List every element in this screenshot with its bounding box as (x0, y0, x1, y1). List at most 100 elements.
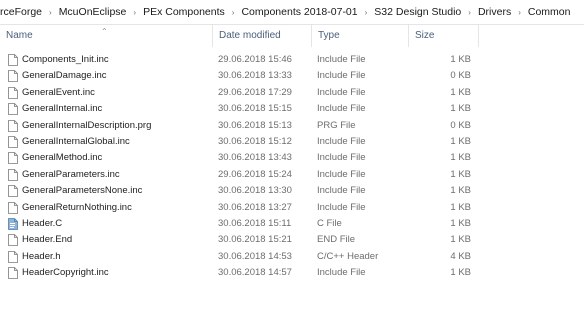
file-row[interactable]: GeneralParameters.inc 29.06.2018 15:24 Inc… (0, 167, 584, 183)
file-size: 1 KB (450, 54, 471, 65)
column-header-type[interactable]: Type (311, 25, 408, 47)
file-type: Include File (317, 103, 366, 115)
column-type-label: Type (318, 30, 340, 41)
breadcrumb-item[interactable]: Drivers (474, 6, 515, 18)
file-name: HeaderCopyright.inc (22, 267, 109, 279)
file-size: 0 KB (450, 119, 471, 131)
file-row[interactable]: GeneralInternalGlobal.inc 30.06.2018 15:1… (0, 134, 584, 150)
file-icon (8, 119, 18, 132)
file-icon (8, 185, 18, 198)
file-row[interactable]: GeneralReturnNothing.inc 30.06.2018 13:27… (0, 200, 584, 216)
file-name: GeneralInternal.inc (22, 103, 103, 115)
file-row[interactable]: Header.h 30.06.2018 14:53 C/C++ Header 4 KB (0, 249, 584, 265)
file-size: 1 KB (450, 217, 471, 229)
file-date-modified: 30.06.2018 13:27 (218, 201, 292, 213)
file-date-modified: 29.06.2018 17:29 (218, 86, 292, 98)
file-size: 1 KB (450, 267, 471, 279)
file-type: Include File (317, 152, 366, 164)
file-row[interactable]: GeneralInternalDescription.prg 30.06.2018… (0, 118, 584, 134)
file-size: 1 KB (450, 185, 471, 197)
file-row[interactable]: GeneralInternal.inc 30.06.2018 15:15 Inclu… (0, 101, 584, 117)
file-size: 1 KB (450, 168, 471, 180)
file-name: GeneralReturnNothing.inc (22, 201, 132, 213)
file-name: GeneralParametersNone.inc (22, 185, 143, 197)
file-icon (8, 54, 18, 66)
breadcrumb-separator-icon[interactable]: › (362, 8, 371, 17)
file-type: Include File (317, 86, 366, 98)
column-header-date[interactable]: Date modified (212, 25, 311, 47)
file-name: GeneralEvent.inc (22, 86, 95, 98)
file-size: 1 KB (450, 152, 471, 164)
file-type: Include File (317, 70, 366, 82)
breadcrumb-separator-icon[interactable]: › (46, 8, 55, 17)
breadcrumb-separator-icon[interactable]: › (465, 8, 474, 17)
file-row[interactable]: GeneralEvent.inc 29.06.2018 17:29 Include … (0, 85, 584, 101)
file-size: 1 KB (450, 103, 471, 115)
file-size: 1 KB (450, 201, 471, 213)
file-name: GeneralInternalDescription.prg (22, 119, 152, 131)
file-list: Components_Init.inc 29.06.2018 15:46 Inclu… (0, 52, 584, 281)
breadcrumb-separator-icon[interactable]: › (515, 8, 524, 17)
file-row[interactable]: Components_Init.inc 29.06.2018 15:46 Inclu… (0, 52, 584, 68)
column-header-row: Name ⌃ Date modified Type Size (0, 25, 584, 47)
file-row[interactable]: Header.C 30.06.2018 15:11 C File 1 KB (0, 216, 584, 232)
file-date-modified: 30.06.2018 13:33 (218, 70, 292, 82)
file-icon (8, 250, 18, 263)
breadcrumb-item[interactable]: rceForge (0, 6, 46, 18)
file-size: 1 KB (450, 234, 471, 246)
breadcrumb-item[interactable]: Components 2018-07-01 (237, 6, 361, 18)
file-date-modified: 30.06.2018 13:30 (218, 185, 292, 197)
file-row[interactable]: GeneralDamage.inc 30.06.2018 13:33 Include… (0, 68, 584, 84)
column-header-size[interactable]: Size (408, 25, 479, 47)
file-size: 0 KB (450, 70, 471, 82)
file-name: Header.h (22, 250, 61, 262)
file-name: GeneralDamage.inc (22, 70, 107, 82)
file-type: END File (317, 234, 356, 246)
file-date-modified: 29.06.2018 15:46 (218, 54, 292, 65)
breadcrumb: rceForge › McuOnEclipse › PEx Components › Com… (0, 0, 584, 25)
breadcrumb-separator-icon[interactable]: › (229, 8, 238, 17)
file-date-modified: 30.06.2018 13:43 (218, 152, 292, 164)
file-name: GeneralInternalGlobal.inc (22, 135, 130, 147)
file-date-modified: 30.06.2018 14:57 (218, 267, 292, 279)
column-size-label: Size (415, 30, 435, 41)
file-name: GeneralParameters.inc (22, 168, 120, 180)
file-name: Components_Init.inc (22, 54, 109, 65)
breadcrumb-item[interactable]: Common (524, 6, 575, 18)
file-size: 1 KB (450, 135, 471, 147)
file-type: Include File (317, 54, 366, 65)
file-row[interactable]: GeneralParametersNone.inc 30.06.2018 13:3… (0, 183, 584, 199)
file-icon (8, 86, 18, 99)
file-type: Include File (317, 201, 366, 213)
file-type: Include File (317, 135, 366, 147)
file-type: C/C++ Header (317, 250, 379, 262)
file-date-modified: 30.06.2018 15:12 (218, 135, 292, 147)
file-size: 1 KB (450, 86, 471, 98)
breadcrumb-item[interactable]: PEx Components (139, 6, 229, 18)
file-icon (8, 201, 18, 214)
file-size: 4 KB (450, 250, 471, 262)
file-date-modified: 30.06.2018 15:15 (218, 103, 292, 115)
file-date-modified: 30.06.2018 14:53 (218, 250, 292, 262)
column-header-name[interactable]: Name ⌃ (0, 25, 212, 47)
file-name: Header.End (22, 234, 73, 246)
file-icon (8, 234, 18, 247)
file-icon (8, 136, 18, 148)
file-row[interactable]: Header.End 30.06.2018 15:21 END File 1 KB (0, 232, 584, 248)
sort-ascending-icon: ⌃ (101, 27, 108, 36)
column-name-label: Name (6, 30, 33, 41)
file-name: GeneralMethod.inc (22, 152, 103, 164)
breadcrumb-item[interactable]: S32 Design Studio (370, 6, 465, 18)
file-type: Include File (317, 185, 366, 197)
file-icon (8, 152, 18, 165)
file-date-modified: 29.06.2018 15:24 (218, 168, 292, 180)
c-source-file-icon (8, 218, 18, 230)
file-row[interactable]: GeneralMethod.inc 30.06.2018 13:43 Include… (0, 150, 584, 166)
breadcrumb-item[interactable]: McuOnEclipse (55, 6, 131, 18)
breadcrumb-separator-icon[interactable]: › (130, 8, 139, 17)
file-row[interactable]: HeaderCopyright.inc 30.06.2018 14:57 Inclu… (0, 265, 584, 281)
file-name: Header.C (22, 217, 63, 229)
file-date-modified: 30.06.2018 15:11 (218, 217, 292, 229)
file-date-modified: 30.06.2018 15:21 (218, 234, 292, 246)
file-type: C File (317, 217, 342, 229)
